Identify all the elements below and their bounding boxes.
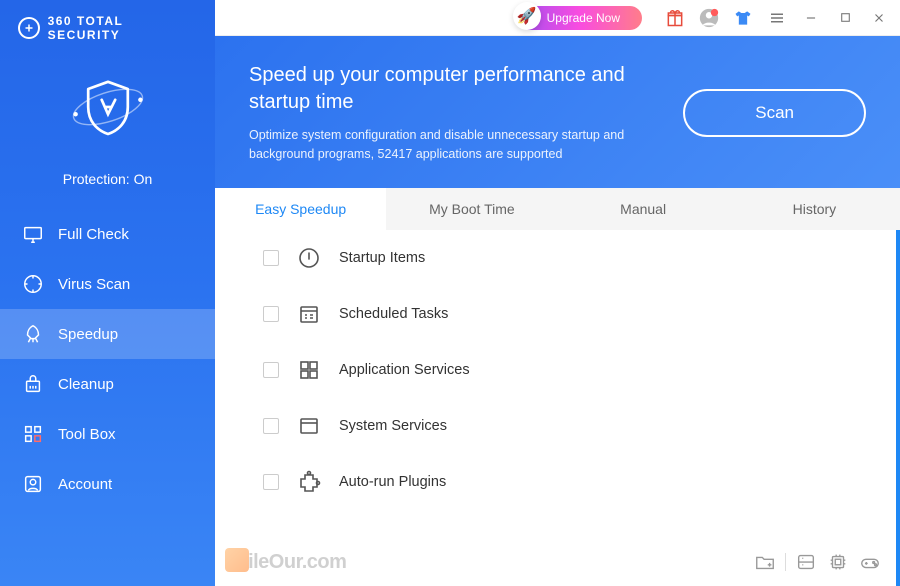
separator [785, 553, 786, 571]
upgrade-label: Upgrade Now [547, 11, 620, 25]
plugin-icon [297, 470, 321, 494]
apps-grid-icon [297, 358, 321, 382]
rocket-badge-icon: 🚀 [513, 2, 541, 30]
sidebar-item-full-check[interactable]: Full Check [0, 209, 215, 259]
upgrade-button[interactable]: 🚀 Upgrade Now [517, 6, 642, 30]
drive-icon[interactable] [794, 550, 818, 574]
sidebar-item-label: Virus Scan [58, 276, 130, 293]
category-label: Startup Items [339, 250, 425, 266]
hero-banner: Speed up your computer performance and s… [215, 36, 900, 188]
category-row: Auto-run Plugins [215, 454, 896, 510]
monitor-icon [22, 223, 44, 245]
app-name: 360 TOTAL SECURITY [48, 14, 197, 42]
gift-icon[interactable] [660, 3, 690, 33]
category-checkbox[interactable] [263, 362, 279, 378]
category-checkbox[interactable] [263, 250, 279, 266]
category-row: Startup Items [215, 230, 896, 286]
folder-add-icon[interactable] [753, 550, 777, 574]
power-icon [297, 246, 321, 270]
tab-my-boot-time[interactable]: My Boot Time [386, 188, 557, 230]
category-label: Application Services [339, 362, 470, 378]
sidebar-item-label: Full Check [58, 226, 129, 243]
hero-title: Speed up your computer performance and s… [249, 62, 669, 116]
category-row: Scheduled Tasks [215, 286, 896, 342]
category-checkbox[interactable] [263, 418, 279, 434]
maximize-button[interactable] [830, 3, 860, 33]
tshirt-icon[interactable] [728, 3, 758, 33]
category-label: Scheduled Tasks [339, 306, 448, 322]
hero-subtitle: Optimize system configuration and disabl… [249, 126, 669, 164]
tab-bar: Easy Speedup My Boot Time Manual History [215, 188, 900, 230]
sidebar-nav: Full Check Virus Scan Speedup Cleanup [0, 209, 215, 509]
tab-easy-speedup[interactable]: Easy Speedup [215, 188, 386, 230]
sidebar-item-cleanup[interactable]: Cleanup [0, 359, 215, 409]
category-label: Auto-run Plugins [339, 474, 446, 490]
menu-icon[interactable] [762, 3, 792, 33]
user-icon [22, 473, 44, 495]
broom-icon [22, 373, 44, 395]
calendar-icon [297, 302, 321, 326]
sidebar-item-account[interactable]: Account [0, 459, 215, 509]
profile-icon[interactable] [694, 3, 724, 33]
sidebar-item-virus-scan[interactable]: Virus Scan [0, 259, 215, 309]
minimize-button[interactable] [796, 3, 826, 33]
titlebar: 🚀 Upgrade Now [215, 0, 900, 36]
sidebar-item-label: Tool Box [58, 426, 116, 443]
footer-toolbar [753, 550, 882, 574]
category-row: Application Services [215, 342, 896, 398]
logo-badge-icon [18, 17, 40, 39]
sidebar-item-toolbox[interactable]: Tool Box [0, 409, 215, 459]
category-checkbox[interactable] [263, 474, 279, 490]
rocket-icon [22, 323, 44, 345]
tab-history[interactable]: History [729, 188, 900, 230]
category-list: Startup Items Scheduled Tasks Applicatio… [215, 230, 900, 586]
category-checkbox[interactable] [263, 306, 279, 322]
close-button[interactable] [864, 3, 894, 33]
category-row: System Services [215, 398, 896, 454]
main-panel: 🚀 Upgrade Now [215, 0, 900, 586]
sidebar-item-speedup[interactable]: Speedup [0, 309, 215, 359]
protection-shield-icon [0, 50, 215, 163]
protection-status: Protection: On [0, 163, 215, 209]
category-label: System Services [339, 418, 447, 434]
gamepad-icon[interactable] [858, 550, 882, 574]
crosshair-icon [22, 273, 44, 295]
sidebar: 360 TOTAL SECURITY Protection: On Full C… [0, 0, 215, 586]
cpu-icon[interactable] [826, 550, 850, 574]
scan-button[interactable]: Scan [683, 89, 866, 137]
window-icon [297, 414, 321, 438]
sidebar-item-label: Cleanup [58, 376, 114, 393]
tab-manual[interactable]: Manual [558, 188, 729, 230]
grid-icon [22, 423, 44, 445]
app-logo: 360 TOTAL SECURITY [0, 0, 215, 50]
sidebar-item-label: Account [58, 476, 112, 493]
sidebar-item-label: Speedup [58, 326, 118, 343]
